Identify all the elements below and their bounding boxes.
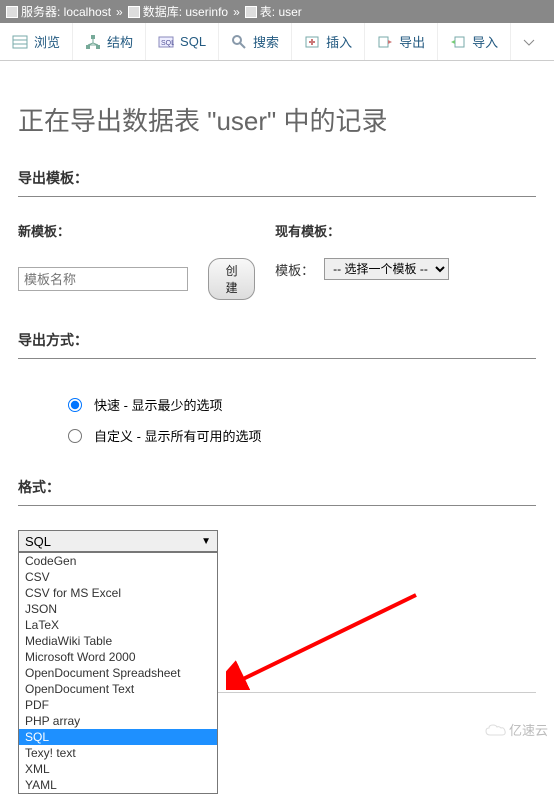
server-icon (6, 6, 18, 18)
structure-icon (85, 34, 101, 50)
format-option[interactable]: OpenDocument Text (19, 681, 217, 697)
template-select-label: 模板： (275, 260, 314, 279)
format-option[interactable]: PDF (19, 697, 217, 713)
format-label: 格式： (18, 477, 536, 505)
chevron-down-icon: ▼ (201, 536, 211, 547)
divider (18, 505, 536, 506)
tab-structure[interactable]: 结构 (73, 23, 146, 60)
breadcrumb-sep: » (116, 5, 123, 19)
breadcrumb-table[interactable]: 表: user (260, 3, 302, 20)
database-icon (128, 6, 140, 18)
new-template-label: 新模板： (18, 221, 255, 240)
tab-import-label: 导入 (472, 32, 498, 51)
format-option[interactable]: PHP array (19, 713, 217, 729)
tab-browse-label: 浏览 (34, 32, 60, 51)
new-template-col: 新模板： 创建 (18, 221, 255, 300)
tab-insert[interactable]: 插入 (292, 23, 365, 60)
existing-template-label: 现有模板： (275, 221, 536, 240)
table-icon (245, 6, 257, 18)
create-button[interactable]: 创建 (208, 258, 255, 300)
divider (18, 358, 536, 359)
breadcrumb-database[interactable]: 数据库: userinfo (143, 3, 228, 20)
tab-sql-label: SQL (180, 34, 206, 49)
tab-search-label: 搜索 (253, 32, 279, 51)
tab-more[interactable] (511, 23, 547, 60)
radio-quick[interactable]: 快速 - 显示最少的选项 (68, 389, 536, 420)
format-option[interactable]: Texy! text (19, 745, 217, 761)
watermark: 亿速云 (485, 720, 548, 739)
export-method-group: 快速 - 显示最少的选项 自定义 - 显示所有可用的选项 (18, 383, 536, 451)
template-name-input[interactable] (18, 267, 188, 291)
tab-structure-label: 结构 (107, 32, 133, 51)
format-option[interactable]: Microsoft Word 2000 (19, 649, 217, 665)
breadcrumb-server[interactable]: 服务器: localhost (21, 3, 111, 20)
breadcrumb-sep: » (233, 5, 240, 19)
search-icon (231, 34, 247, 50)
watermark-text: 亿速云 (509, 720, 548, 739)
tab-browse[interactable]: 浏览 (0, 23, 73, 60)
format-option[interactable]: XML (19, 761, 217, 777)
format-option[interactable]: OpenDocument Spreadsheet (19, 665, 217, 681)
format-option[interactable]: MediaWiki Table (19, 633, 217, 649)
sql-icon: SQL (158, 34, 174, 50)
tab-insert-label: 插入 (326, 32, 352, 51)
tab-export-label: 导出 (399, 32, 425, 51)
tabs-bar: 浏览 结构 SQL SQL 搜索 插入 导出 导入 (0, 23, 554, 61)
radio-custom[interactable]: 自定义 - 显示所有可用的选项 (68, 420, 536, 451)
tab-export[interactable]: 导出 (365, 23, 438, 60)
cloud-icon (485, 723, 507, 737)
format-option[interactable]: YAML (19, 777, 217, 793)
page-title: 正在导出数据表 "user" 中的记录 (18, 81, 536, 168)
export-icon (377, 34, 393, 50)
format-select-wrapper: SQL ▼ CodeGenCSVCSV for MS ExcelJSONLaTe… (18, 530, 218, 552)
format-option[interactable]: LaTeX (19, 617, 217, 633)
radio-custom-input[interactable] (68, 429, 82, 443)
radio-quick-label: 快速 - 显示最少的选项 (94, 395, 223, 414)
format-section: SQL ▼ CodeGenCSVCSV for MS ExcelJSONLaTe… (18, 530, 536, 552)
format-option[interactable]: CSV for MS Excel (19, 585, 217, 601)
radio-quick-input[interactable] (68, 398, 82, 412)
breadcrumb: 服务器: localhost » 数据库: userinfo » 表: user (0, 0, 554, 23)
import-icon (450, 34, 466, 50)
svg-text:SQL: SQL (161, 40, 174, 47)
existing-template-col: 现有模板： 模板： -- 选择一个模板 -- (275, 221, 536, 300)
format-option[interactable]: JSON (19, 601, 217, 617)
format-option[interactable]: SQL (19, 729, 217, 745)
format-option[interactable]: CodeGen (19, 553, 217, 569)
browse-icon (12, 34, 28, 50)
insert-icon (304, 34, 320, 50)
export-template-label: 导出模板： (18, 168, 536, 196)
template-row: 新模板： 创建 现有模板： 模板： -- 选择一个模板 -- (18, 221, 536, 300)
format-dropdown: CodeGenCSVCSV for MS ExcelJSONLaTeXMedia… (18, 552, 218, 794)
format-select-value: SQL (25, 534, 51, 549)
tab-sql[interactable]: SQL SQL (146, 23, 219, 60)
format-option[interactable]: CSV (19, 569, 217, 585)
format-select[interactable]: SQL ▼ (18, 530, 218, 552)
tab-search[interactable]: 搜索 (219, 23, 292, 60)
main-content: 正在导出数据表 "user" 中的记录 导出模板： 新模板： 创建 现有模板： … (0, 61, 554, 713)
divider (18, 196, 536, 197)
template-select[interactable]: -- 选择一个模板 -- (324, 258, 449, 280)
radio-custom-label: 自定义 - 显示所有可用的选项 (94, 426, 262, 445)
more-icon (521, 34, 537, 50)
tab-import[interactable]: 导入 (438, 23, 511, 60)
export-method-label: 导出方式： (18, 330, 536, 358)
